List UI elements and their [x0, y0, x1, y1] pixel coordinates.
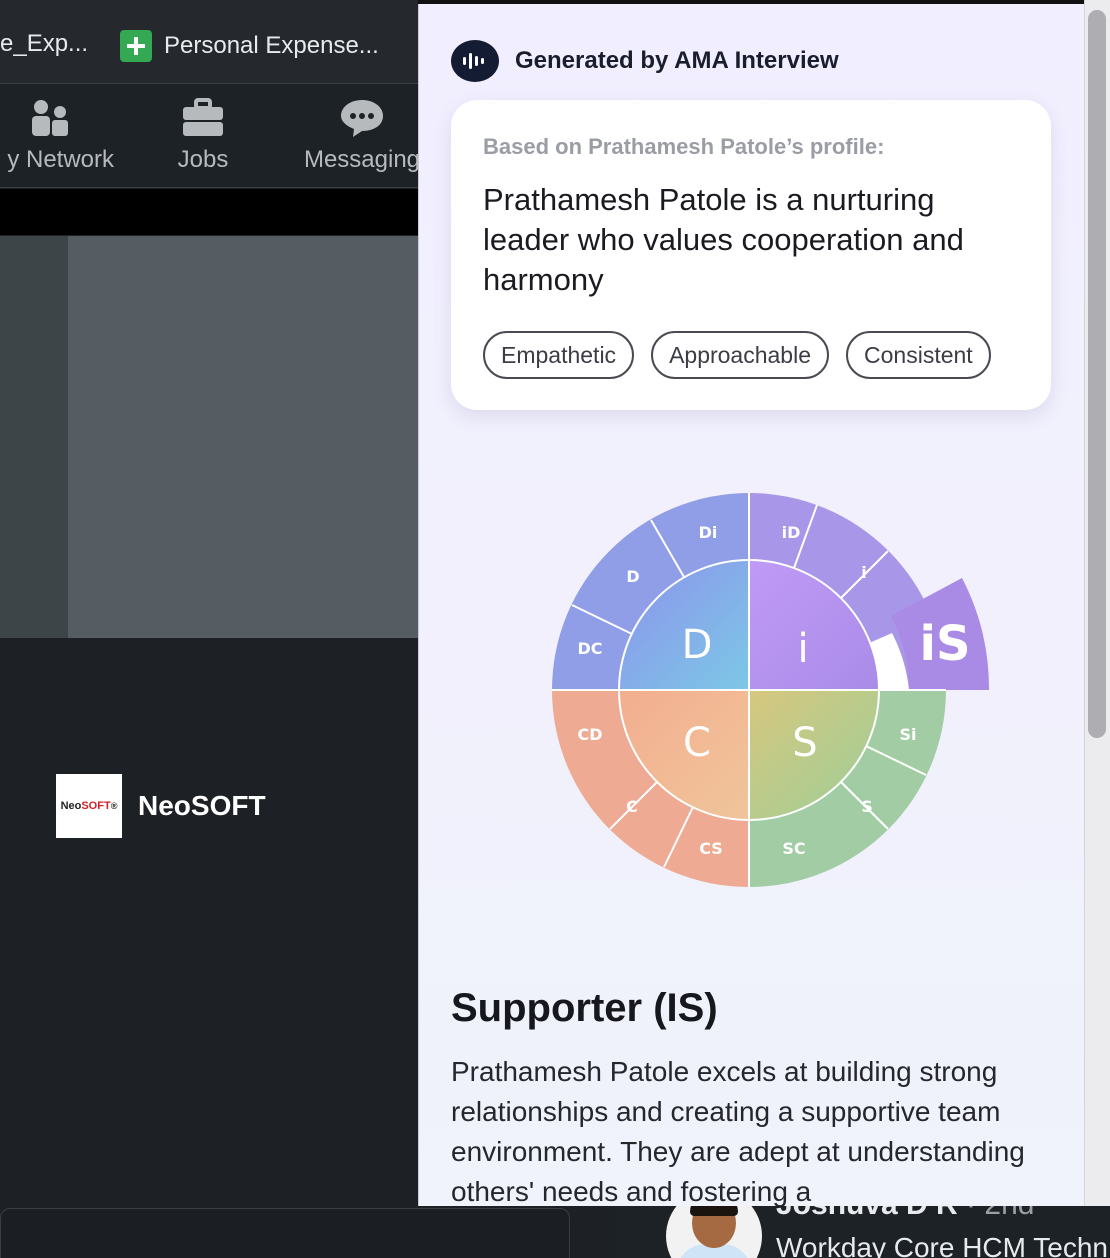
- nav-jobs[interactable]: Jobs: [150, 98, 256, 174]
- segment-label-cs: CS: [699, 839, 723, 858]
- profile-card: Based on Prathamesh Patole’s profile: Pr…: [451, 100, 1051, 410]
- nav-my-network[interactable]: y Network: [0, 98, 114, 174]
- audio-wave-icon: [451, 40, 499, 82]
- nav-messaging[interactable]: Messaging: [300, 98, 424, 174]
- personality-type-title: Supporter (IS): [451, 986, 718, 1030]
- ama-panel: Generated by AMA Interview Based on Prat…: [418, 4, 1084, 1206]
- segment-label-i: i: [861, 563, 866, 582]
- quadrant-label-i: i: [797, 626, 808, 672]
- bookmark-expense-1[interactable]: e_Exp...: [0, 30, 88, 58]
- company-entry[interactable]: Neo SOFT ® NeoSOFT: [56, 774, 266, 838]
- screen: e_Exp... Personal Expense... y Network J…: [0, 0, 1110, 1258]
- trait-tag[interactable]: Empathetic: [483, 331, 635, 379]
- highlight-label-is: iS: [919, 616, 970, 672]
- brand-title: Generated by AMA Interview: [515, 47, 839, 74]
- profile-banner: [68, 236, 420, 638]
- bookmark-personal-expense[interactable]: Personal Expense...: [120, 30, 379, 62]
- person-title: Workday Core HCM Techn: [776, 1232, 1108, 1258]
- personality-description: Prathamesh Patole excels at building str…: [451, 1056, 1025, 1206]
- disc-wheel: D i S C iD i Si S SC CS C CD DC D Di iS: [552, 493, 990, 887]
- segment-label-s: S: [861, 797, 873, 816]
- divider-bar: [0, 189, 420, 235]
- segment-label-id: iD: [782, 523, 801, 542]
- scrollbar-thumb[interactable]: [1088, 10, 1106, 738]
- segment-label-sc: SC: [782, 839, 805, 858]
- profile-banner-left: [0, 236, 68, 638]
- nav-label: y Network: [7, 146, 114, 173]
- person-suggestion[interactable]: Joshuva D R · 2nd Workday Core HCM Techn: [616, 1188, 1110, 1258]
- segment-label-c: C: [626, 797, 638, 816]
- trait-tag[interactable]: Approachable: [651, 331, 830, 379]
- quadrant-label-d: D: [682, 622, 713, 668]
- profile-summary: Prathamesh Patole is a nurturing leader …: [483, 182, 964, 297]
- segment-label-dc: DC: [577, 639, 602, 658]
- sheets-icon: [120, 30, 152, 62]
- profile-subtitle: Based on Prathamesh Patole’s profile:: [483, 134, 885, 159]
- nav-label: Messaging: [303, 146, 421, 173]
- trait-tag[interactable]: Consistent: [846, 331, 991, 379]
- briefcase-icon: [183, 98, 223, 136]
- bookmark-label: Personal Expense...: [164, 32, 379, 59]
- quadrant-label-c: C: [683, 720, 711, 766]
- nav-label: Jobs: [177, 146, 229, 173]
- logo-mark: ®: [110, 801, 118, 811]
- segment-label-d: D: [626, 567, 639, 586]
- logo-text-soft: SOFT: [81, 800, 111, 812]
- linkedin-navbar: y Network Jobs Messaging: [0, 84, 420, 188]
- company-logo: Neo SOFT ®: [56, 774, 122, 838]
- messaging-icon: [341, 100, 383, 137]
- bottom-card: [0, 1208, 570, 1258]
- company-name: NeoSOFT: [138, 790, 266, 821]
- bookmarks-bar: e_Exp... Personal Expense...: [0, 0, 420, 84]
- segment-label-si: Si: [899, 725, 916, 744]
- segment-label-cd: CD: [577, 725, 602, 744]
- panel-header: Generated by AMA Interview: [451, 40, 839, 82]
- segment-label-di: Di: [699, 523, 718, 542]
- trait-tags: Empathetic Approachable Consistent: [483, 331, 991, 379]
- quadrant-label-s: S: [792, 720, 817, 766]
- network-icon: [32, 100, 68, 136]
- logo-text: Neo: [60, 800, 82, 812]
